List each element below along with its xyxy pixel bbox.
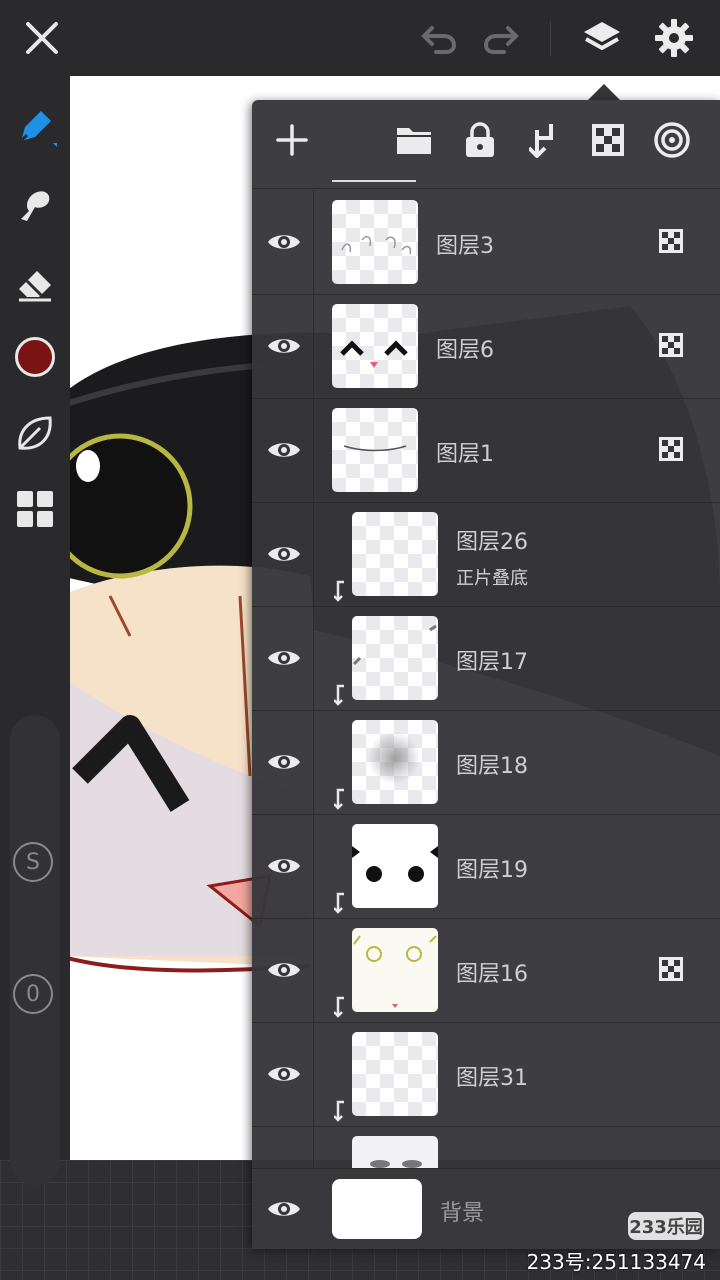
background-label: 背景 (440, 1201, 485, 1226)
layer-name: 图层19 (456, 858, 528, 883)
grid-icon[interactable] (10, 484, 60, 534)
smudge-icon[interactable] (10, 180, 60, 230)
layer-name: 图层18 (456, 754, 528, 779)
layers-icon[interactable] (578, 14, 626, 62)
scroll-stub (332, 180, 416, 182)
layer-thumbnail (332, 408, 418, 492)
layer-row[interactable]: 图层1 (252, 398, 720, 503)
brush-size-indicator[interactable]: S (13, 842, 53, 882)
gear-icon[interactable] (650, 14, 698, 62)
alpha-lock-icon[interactable] (658, 228, 684, 254)
watermark-id: 233号:251133474 (526, 1250, 706, 1274)
lock-icon[interactable] (456, 116, 504, 164)
eye-icon[interactable] (262, 532, 306, 576)
target-icon[interactable] (648, 116, 696, 164)
layers-panel: 图层3 图层6 图层1 图层26 正片叠底 图层17 图层18 图层19 图层1… (252, 100, 720, 1260)
clipping-arrow-icon (334, 996, 344, 1018)
alpha-icon[interactable] (584, 116, 632, 164)
folder-icon[interactable] (390, 116, 438, 164)
layer-name: 图层1 (436, 442, 494, 467)
redo-icon[interactable] (478, 14, 526, 62)
alpha-lock-icon[interactable] (658, 956, 684, 982)
blend-mode-label: 正片叠底 (456, 568, 528, 589)
pen-icon[interactable] (10, 102, 60, 152)
clipping-arrow-icon (334, 788, 344, 810)
alpha-lock-icon[interactable] (658, 332, 684, 358)
layer-name: 图层31 (456, 1066, 528, 1091)
alpha-lock-icon[interactable] (658, 436, 684, 462)
layer-thumbnail (352, 616, 438, 700)
layer-row[interactable]: 图层16 (252, 918, 720, 1023)
panel-pointer (588, 84, 620, 100)
layer-thumbnail (352, 512, 438, 596)
top-toolbar (0, 0, 720, 76)
layer-thumbnail (352, 824, 438, 908)
undo-icon[interactable] (414, 14, 462, 62)
background-swatch[interactable] (332, 1179, 422, 1239)
layer-row[interactable]: 图层17 (252, 606, 720, 711)
clipping-arrow-icon (334, 892, 344, 914)
clipping-arrow-icon (334, 684, 344, 706)
layer-thumbnail-partial (352, 1136, 438, 1168)
layer-name: 图层26 (456, 530, 528, 555)
layer-name: 图层6 (436, 338, 494, 363)
layer-name: 图层16 (456, 962, 528, 987)
clipping-arrow-icon (334, 1100, 344, 1122)
layer-thumbnail (352, 1032, 438, 1116)
merge-down-icon[interactable] (520, 116, 568, 164)
eye-icon[interactable] (262, 948, 306, 992)
leaf-icon[interactable] (10, 408, 60, 458)
eye-icon[interactable] (262, 1052, 306, 1096)
layer-row[interactable]: 图层18 (252, 710, 720, 815)
brush-slider-track[interactable] (10, 715, 60, 1185)
layer-row[interactable]: 图层19 (252, 814, 720, 919)
color-swatch[interactable] (10, 332, 60, 382)
panel-toolbar-divider (252, 188, 720, 189)
watermark-badge: 233乐园 (628, 1212, 704, 1240)
eye-icon[interactable] (262, 428, 306, 472)
eye-icon[interactable] (262, 844, 306, 888)
toolbar-divider (550, 22, 551, 56)
eye-icon[interactable] (262, 1187, 306, 1231)
layer-name: 图层17 (456, 650, 528, 675)
eye-icon[interactable] (262, 220, 306, 264)
clipping-arrow-icon (334, 580, 344, 602)
layer-row[interactable]: 图层6 (252, 294, 720, 399)
left-toolbar: S 0 (0, 76, 70, 1185)
layer-thumbnail (332, 304, 418, 388)
close-icon[interactable] (18, 14, 66, 62)
layer-thumbnail (352, 928, 438, 1012)
layer-row[interactable]: 图层26 正片叠底 (252, 502, 720, 607)
eye-icon[interactable] (262, 636, 306, 680)
layer-row[interactable]: 图层3 (252, 190, 720, 295)
add-layer-icon[interactable] (268, 116, 316, 164)
layer-name: 图层3 (436, 234, 494, 259)
brush-opacity-indicator[interactable]: 0 (13, 974, 53, 1014)
eraser-icon[interactable] (10, 258, 60, 308)
layer-thumbnail (332, 200, 418, 284)
eye-icon[interactable] (262, 324, 306, 368)
eye-icon[interactable] (262, 740, 306, 784)
layer-row[interactable]: 图层31 (252, 1022, 720, 1127)
layer-thumbnail (352, 720, 438, 804)
